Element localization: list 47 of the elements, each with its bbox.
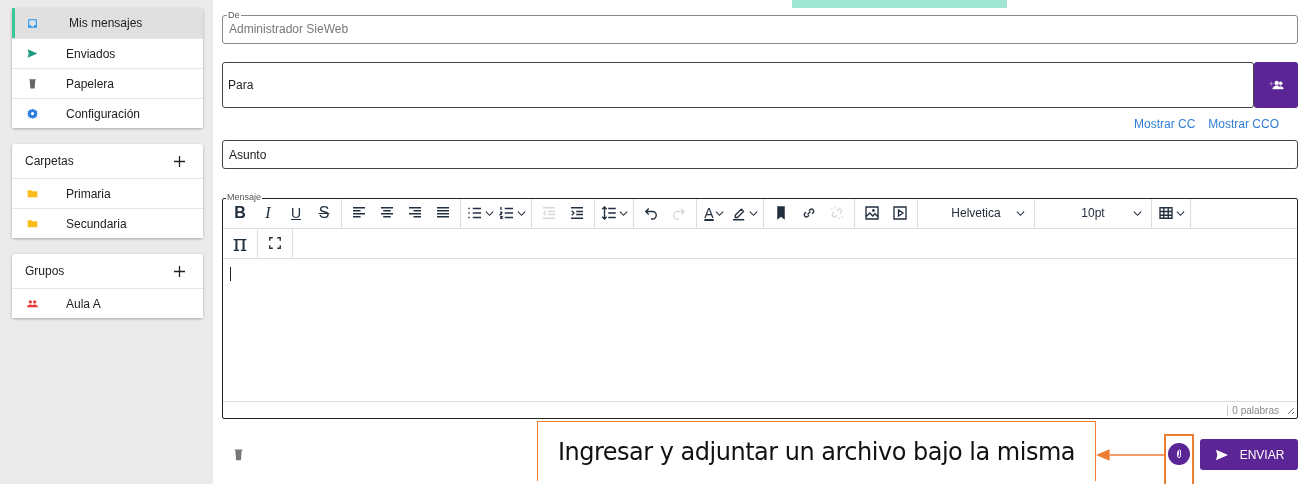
add-icon[interactable]: [174, 155, 185, 167]
folder-icon: [26, 217, 39, 230]
strikethrough-button[interactable]: S: [310, 200, 338, 227]
add-icon[interactable]: [174, 265, 185, 277]
send-button[interactable]: ENVIAR: [1200, 439, 1298, 470]
send-icon: [26, 47, 39, 60]
math-button[interactable]: π: [226, 230, 254, 257]
field-label: Mensaje: [226, 192, 263, 202]
folder-icon: [26, 187, 39, 200]
nav-item[interactable]: Papelera: [12, 68, 203, 98]
callout-note: Ingresar y adjuntar un archivo bajo la misma: [536, 421, 1096, 481]
caret-icon: [1176, 209, 1185, 218]
group-item[interactable]: Aula A: [12, 288, 203, 318]
caret-icon: [714, 209, 724, 218]
add-contacts-button[interactable]: [1254, 61, 1298, 108]
caret-icon: [517, 209, 526, 218]
inbox-icon: [26, 16, 39, 30]
word-count: 0 palabras: [1227, 404, 1283, 416]
caret-icon: [1016, 209, 1025, 218]
section-title: Carpetas: [25, 154, 74, 168]
bold-button[interactable]: B: [226, 200, 254, 227]
resize-handle-icon[interactable]: [1285, 405, 1295, 415]
section-title: Grupos: [25, 264, 65, 278]
dropdown-button[interactable]: 10pt: [1038, 200, 1148, 227]
caret-icon: [749, 209, 758, 218]
settings-icon: [26, 107, 39, 120]
folder-item[interactable]: Secundaria: [12, 208, 203, 238]
caret-icon: [485, 209, 494, 218]
field-label: De: [227, 10, 241, 20]
trash-icon: [26, 77, 39, 90]
underline-button[interactable]: U: [282, 200, 310, 227]
cc-link[interactable]: Mostrar CC: [1134, 116, 1196, 132]
cc-link[interactable]: Mostrar CCO: [1208, 116, 1279, 132]
attach-button[interactable]: [1168, 443, 1190, 465]
caret-icon: [619, 209, 628, 218]
field-value: Administrador SieWeb: [229, 22, 349, 37]
dropdown-button[interactable]: Helvetica: [921, 200, 1031, 227]
text-cursor: [230, 267, 231, 281]
group-icon: [26, 297, 39, 310]
nav-item[interactable]: Configuración: [12, 98, 203, 128]
subject-field[interactable]: Asunto: [222, 140, 1298, 169]
folder-item[interactable]: Primaria: [12, 178, 203, 208]
nav-item[interactable]: Mis mensajes: [12, 8, 203, 38]
text-color-button[interactable]: A: [700, 200, 728, 227]
caret-icon: [1133, 209, 1142, 218]
nav-item[interactable]: Enviados: [12, 38, 203, 68]
recipient-field[interactable]: Para: [222, 61, 1254, 108]
